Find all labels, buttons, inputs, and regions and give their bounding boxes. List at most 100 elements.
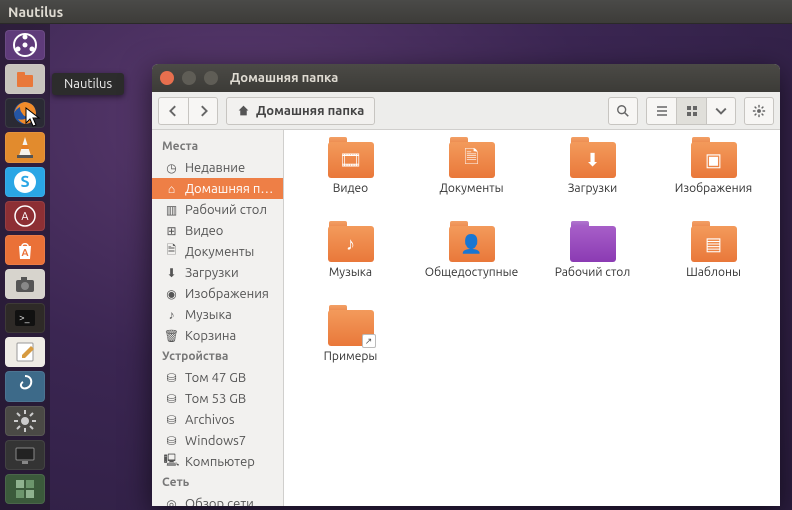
system-settings-icon[interactable] bbox=[5, 406, 45, 436]
sidebar-item-label: Том 47 GB bbox=[185, 371, 246, 385]
folder-icon: ♪ bbox=[328, 226, 374, 262]
sidebar-item-label: Компьютер bbox=[185, 455, 255, 469]
sidebar-item-label: Видео bbox=[185, 224, 223, 238]
menubar-app-name: Nautilus bbox=[8, 4, 63, 20]
folder-grid[interactable]: 🎞 Видео 🗎 Документы ⬇ Загрузки ▣ Изображ… bbox=[284, 130, 780, 506]
vlc-icon[interactable] bbox=[5, 132, 45, 162]
update-icon[interactable]: A bbox=[5, 201, 45, 231]
video-icon: ⊞ bbox=[164, 223, 179, 238]
sidebar-item-label: Windows7 bbox=[185, 434, 246, 448]
nav-back-button[interactable] bbox=[158, 97, 188, 125]
window-close-button[interactable] bbox=[160, 71, 174, 85]
folder-label: Шаблоны bbox=[686, 266, 741, 279]
svg-text:A: A bbox=[21, 247, 28, 258]
net-icon: ◎ bbox=[164, 496, 179, 506]
chevron-right-icon bbox=[197, 105, 209, 117]
sidebar-item[interactable]: ⛁ Том 47 GB bbox=[152, 367, 283, 388]
folder-icon: ↗ bbox=[328, 310, 374, 346]
view-list-button[interactable] bbox=[646, 97, 676, 125]
chevron-left-icon bbox=[168, 105, 180, 117]
sidebar-item-label: Archivos bbox=[185, 413, 235, 427]
list-icon bbox=[655, 104, 669, 118]
search-button[interactable] bbox=[608, 97, 638, 125]
sidebar-item[interactable]: ◎Обзор сети bbox=[152, 493, 283, 506]
folder-item[interactable]: 👤 Общедоступные bbox=[413, 226, 530, 306]
view-options-button[interactable] bbox=[706, 97, 736, 125]
breadcrumb-label: Домашняя папка bbox=[256, 104, 364, 118]
sidebar: Места◷Недавние⌂Домашняя п…▥Рабочий стол⊞… bbox=[152, 130, 284, 506]
sidebar-item[interactable]: ⛁Archivos bbox=[152, 409, 283, 430]
view-grid-button[interactable] bbox=[676, 97, 706, 125]
sidebar-item[interactable]: ◉Изображения bbox=[152, 283, 283, 304]
window-title: Домашняя папка bbox=[230, 71, 338, 85]
software-center-icon[interactable]: A bbox=[5, 235, 45, 265]
sidebar-item[interactable]: ⬇ Загрузки bbox=[152, 262, 283, 283]
desktop: SAA>_ Nautilus Домашняя папка Домашняя п… bbox=[0, 24, 792, 510]
folder-label: Музыка bbox=[329, 266, 372, 279]
pc-icon: 🖳 bbox=[164, 454, 179, 469]
folder-item[interactable]: ▣ Изображения bbox=[655, 142, 772, 222]
sidebar-item-label: Музыка bbox=[185, 308, 232, 322]
folder-label: Видео bbox=[333, 182, 368, 195]
folder-label: Примеры bbox=[324, 350, 378, 363]
home-icon: ⌂ bbox=[164, 181, 179, 196]
folder-icon: ⬇ bbox=[570, 142, 616, 178]
folder-label: Документы bbox=[440, 182, 504, 195]
folder-item[interactable]: ⬇ Загрузки bbox=[534, 142, 651, 222]
firefox-icon[interactable] bbox=[5, 98, 45, 128]
breadcrumb[interactable]: Домашняя папка bbox=[226, 97, 375, 125]
sidebar-item[interactable]: ▥Рабочий стол bbox=[152, 199, 283, 220]
sidebar-item[interactable]: ♪Музыка bbox=[152, 304, 283, 325]
hdd-icon: ⛁ bbox=[164, 370, 179, 385]
folder-item[interactable]: ♪ Музыка bbox=[292, 226, 409, 306]
sidebar-item[interactable]: ⛁Windows7 bbox=[152, 430, 283, 451]
settings-icon[interactable] bbox=[5, 371, 45, 401]
down-icon: ⬇ bbox=[164, 265, 179, 280]
menubar: Nautilus bbox=[0, 0, 792, 24]
window-maximize-button[interactable] bbox=[204, 71, 218, 85]
sidebar-item[interactable]: 🗎 Документы bbox=[152, 241, 283, 262]
sidebar-item[interactable]: ⌂ Домашняя п… bbox=[152, 178, 283, 199]
folder-item[interactable]: Рабочий стол bbox=[534, 226, 651, 306]
search-icon bbox=[616, 104, 630, 118]
chevron-down-icon bbox=[715, 105, 727, 117]
svg-text:A: A bbox=[21, 211, 29, 223]
folder-item[interactable]: ↗ Примеры bbox=[292, 310, 409, 390]
workspace-icon[interactable] bbox=[5, 474, 45, 504]
hdd-icon: ⛁ bbox=[164, 391, 179, 406]
screenshot-icon[interactable] bbox=[5, 269, 45, 299]
dash-icon[interactable] bbox=[5, 30, 45, 60]
gear-icon bbox=[752, 104, 766, 118]
folder-item[interactable]: 🗎 Документы bbox=[413, 142, 530, 222]
sidebar-section-header: Места bbox=[152, 136, 283, 157]
sidebar-item-label: Загрузки bbox=[185, 266, 239, 280]
svg-text:>_: >_ bbox=[19, 312, 30, 323]
folder-label: Загрузки bbox=[568, 182, 618, 195]
doc-icon: 🗎 bbox=[164, 244, 179, 259]
sidebar-item[interactable]: ◷Недавние bbox=[152, 157, 283, 178]
svg-text:S: S bbox=[20, 173, 29, 191]
sidebar-item-label: Домашняя п… bbox=[185, 182, 273, 196]
window-menu-button[interactable] bbox=[744, 97, 774, 125]
folder-item[interactable]: ▤ Шаблоны bbox=[655, 226, 772, 306]
sidebar-item[interactable]: 🖳 Компьютер bbox=[152, 451, 283, 472]
sidebar-item[interactable]: 🗑Корзина bbox=[152, 325, 283, 346]
trash-icon: 🗑 bbox=[164, 328, 179, 343]
sidebar-item[interactable]: ⛁Том 53 GB bbox=[152, 388, 283, 409]
pic-icon: ◉ bbox=[164, 286, 179, 301]
sidebar-item[interactable]: ⊞ Видео bbox=[152, 220, 283, 241]
window-titlebar[interactable]: Домашняя папка bbox=[152, 64, 780, 92]
home-icon bbox=[237, 104, 250, 117]
folder-item[interactable]: 🎞 Видео bbox=[292, 142, 409, 222]
nav-forward-button[interactable] bbox=[188, 97, 218, 125]
view-switcher bbox=[646, 97, 736, 125]
folder-icon bbox=[570, 226, 616, 262]
text-editor-icon[interactable] bbox=[5, 337, 45, 367]
display-icon[interactable] bbox=[5, 440, 45, 470]
terminal-icon[interactable]: >_ bbox=[5, 303, 45, 333]
sidebar-section-header: Устройства bbox=[152, 346, 283, 367]
window-minimize-button[interactable] bbox=[182, 71, 196, 85]
nautilus-icon[interactable] bbox=[5, 64, 45, 94]
sidebar-item-label: Документы bbox=[185, 245, 254, 259]
skype-icon[interactable]: S bbox=[5, 167, 45, 197]
